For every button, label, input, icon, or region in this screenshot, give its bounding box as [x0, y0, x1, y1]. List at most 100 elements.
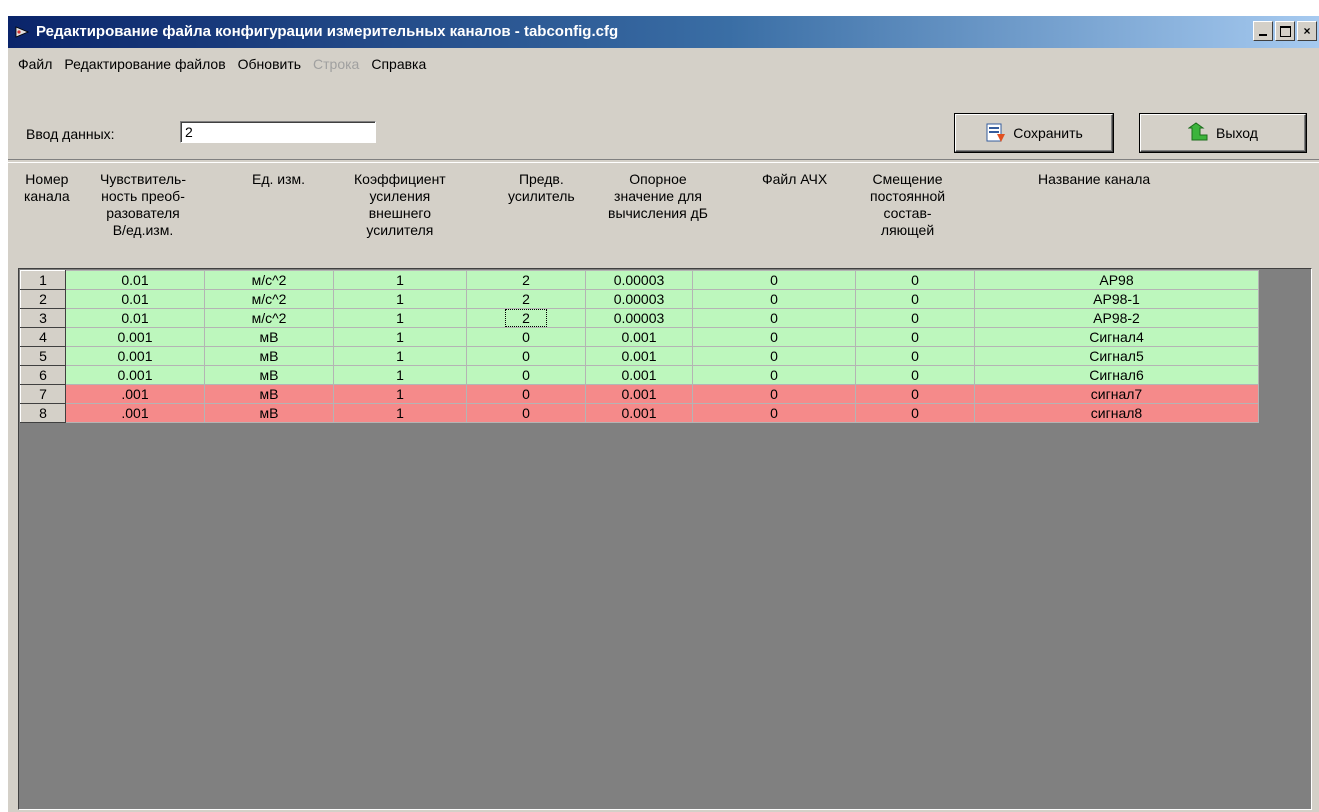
table-row[interactable]: 5 0.001 мВ 1 0 0.001 0 0 Сигнал5: [20, 346, 1259, 366]
cell-text: 4: [39, 329, 47, 345]
gain-cell[interactable]: 1: [333, 289, 467, 309]
gain-cell[interactable]: 1: [333, 403, 467, 423]
preamp-cell[interactable]: 0: [466, 403, 586, 423]
offset-cell[interactable]: 0: [855, 365, 975, 385]
row-number[interactable]: 4: [20, 327, 66, 347]
afc-cell[interactable]: 0: [692, 270, 856, 290]
row-number[interactable]: 6: [20, 365, 66, 385]
preamp-cell[interactable]: 2: [466, 270, 586, 290]
row-number[interactable]: 8: [20, 403, 66, 423]
close-button[interactable]: ×: [1297, 21, 1317, 41]
cell-text: 0: [522, 329, 530, 345]
row-number[interactable]: 1: [20, 270, 66, 290]
channel-name-cell[interactable]: Сигнал5: [974, 346, 1259, 366]
offset-cell[interactable]: 0: [855, 384, 975, 404]
gain-cell[interactable]: 1: [333, 365, 467, 385]
table-row[interactable]: 1 0.01 м/с^2 1 2 0.00003 0 0 AP98: [20, 270, 1259, 290]
menu-row: Строка: [313, 56, 360, 72]
sensitivity-cell[interactable]: 0.001: [65, 346, 205, 366]
gain-cell[interactable]: 1: [333, 346, 467, 366]
channel-name-cell[interactable]: Сигнал4: [974, 327, 1259, 347]
save-button[interactable]: Сохранить: [955, 114, 1113, 152]
row-number[interactable]: 3: [20, 308, 66, 328]
maximize-button[interactable]: [1275, 21, 1295, 41]
gain-cell[interactable]: 1: [333, 270, 467, 290]
cell-text: 0.001: [621, 405, 657, 421]
cell-text: Сигнал4: [1089, 329, 1144, 345]
sensitivity-cell[interactable]: 0.001: [65, 327, 205, 347]
sensitivity-cell[interactable]: 0.01: [65, 289, 205, 309]
data-input-field[interactable]: [180, 121, 376, 143]
table-row[interactable]: 6 0.001 мВ 1 0 0.001 0 0 Сигнал6: [20, 365, 1259, 385]
unit-cell[interactable]: м/с^2: [204, 308, 334, 328]
unit-cell[interactable]: мВ: [204, 327, 334, 347]
channel-name-cell[interactable]: Сигнал6: [974, 365, 1259, 385]
preamp-cell[interactable]: 0: [466, 384, 586, 404]
cell-text: 0: [911, 405, 919, 421]
table-row[interactable]: 4 0.001 мВ 1 0 0.001 0 0 Сигнал4: [20, 327, 1259, 347]
sensitivity-cell[interactable]: 0.001: [65, 365, 205, 385]
afc-cell[interactable]: 0: [692, 403, 856, 423]
save-icon: [986, 123, 1006, 142]
table-row[interactable]: 8 .001 мВ 1 0 0.001 0 0 сигнал8: [20, 403, 1259, 423]
channel-name-cell[interactable]: сигнал8: [974, 403, 1259, 423]
offset-cell[interactable]: 0: [855, 327, 975, 347]
afc-cell[interactable]: 0: [692, 289, 856, 309]
menu-help[interactable]: Справка: [365, 56, 432, 72]
offset-cell[interactable]: 0: [855, 403, 975, 423]
menu-refresh[interactable]: Обновить: [232, 56, 307, 72]
minimize-button[interactable]: [1253, 21, 1273, 41]
reference-cell[interactable]: 0.00003: [585, 270, 693, 290]
offset-cell[interactable]: 0: [855, 289, 975, 309]
gain-cell[interactable]: 1: [333, 308, 467, 328]
sensitivity-cell[interactable]: .001: [65, 403, 205, 423]
menu-edit-files[interactable]: Редактирование файлов: [58, 56, 231, 72]
channel-name-cell[interactable]: AP98-1: [974, 289, 1259, 309]
menu-file[interactable]: Файл: [12, 56, 58, 72]
gain-cell[interactable]: 1: [333, 327, 467, 347]
unit-cell[interactable]: мВ: [204, 365, 334, 385]
afc-cell[interactable]: 0: [692, 308, 856, 328]
reference-cell[interactable]: 0.001: [585, 365, 693, 385]
sensitivity-cell[interactable]: 0.01: [65, 270, 205, 290]
gain-cell[interactable]: 1: [333, 384, 467, 404]
afc-cell[interactable]: 0: [692, 384, 856, 404]
unit-cell[interactable]: мВ: [204, 384, 334, 404]
preamp-cell[interactable]: 2: [466, 308, 586, 328]
table-row[interactable]: 7 .001 мВ 1 0 0.001 0 0 сигнал7: [20, 384, 1259, 404]
reference-cell[interactable]: 0.00003: [585, 308, 693, 328]
channel-name-cell[interactable]: AP98: [974, 270, 1259, 290]
preamp-cell[interactable]: 0: [466, 365, 586, 385]
reference-cell[interactable]: 0.001: [585, 403, 693, 423]
afc-cell[interactable]: 0: [692, 327, 856, 347]
exit-button[interactable]: Выход: [1140, 114, 1306, 152]
preamp-cell[interactable]: 0: [466, 327, 586, 347]
title-bar[interactable]: Редактирование файла конфигурации измери…: [8, 16, 1319, 48]
sensitivity-cell[interactable]: 0.01: [65, 308, 205, 328]
row-number[interactable]: 5: [20, 346, 66, 366]
offset-cell[interactable]: 0: [855, 346, 975, 366]
offset-cell[interactable]: 0: [855, 308, 975, 328]
offset-cell[interactable]: 0: [855, 270, 975, 290]
channel-name-cell[interactable]: AP98-2: [974, 308, 1259, 328]
table-row[interactable]: 3 0.01 м/с^2 1 2 0.00003 0 0 AP98-2: [20, 308, 1259, 328]
table-row[interactable]: 2 0.01 м/с^2 1 2 0.00003 0 0 AP98-1: [20, 289, 1259, 309]
preamp-cell[interactable]: 2: [466, 289, 586, 309]
cell-text: 0: [911, 386, 919, 402]
reference-cell[interactable]: 0.001: [585, 346, 693, 366]
row-number[interactable]: 2: [20, 289, 66, 309]
row-number[interactable]: 7: [20, 384, 66, 404]
unit-cell[interactable]: м/с^2: [204, 289, 334, 309]
reference-cell[interactable]: 0.00003: [585, 289, 693, 309]
afc-cell[interactable]: 0: [692, 365, 856, 385]
sensitivity-cell[interactable]: .001: [65, 384, 205, 404]
unit-cell[interactable]: мВ: [204, 346, 334, 366]
reference-cell[interactable]: 0.001: [585, 384, 693, 404]
reference-cell[interactable]: 0.001: [585, 327, 693, 347]
unit-cell[interactable]: мВ: [204, 403, 334, 423]
afc-cell[interactable]: 0: [692, 346, 856, 366]
preamp-cell[interactable]: 0: [466, 346, 586, 366]
unit-cell[interactable]: м/с^2: [204, 270, 334, 290]
cell-text: 0: [770, 367, 778, 383]
channel-name-cell[interactable]: сигнал7: [974, 384, 1259, 404]
